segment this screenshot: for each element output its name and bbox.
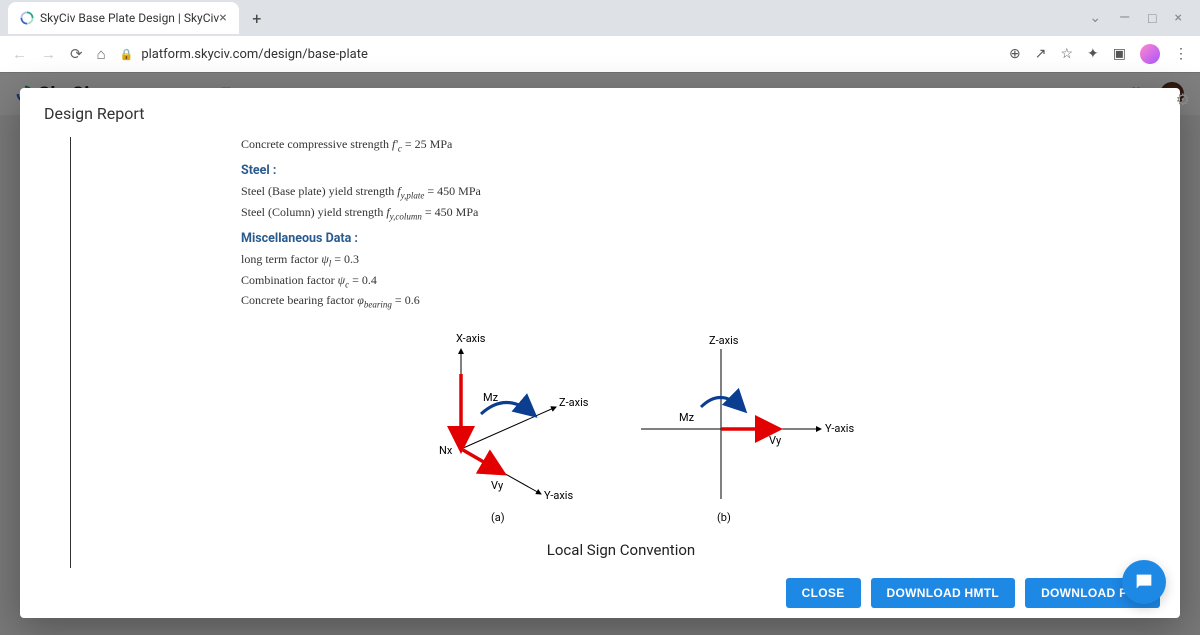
svg-text:(b): (b) xyxy=(717,511,731,524)
svg-text:Y-axis: Y-axis xyxy=(825,422,854,435)
svg-text:Z-axis: Z-axis xyxy=(559,396,589,409)
report-line: Concrete bearing factor φbearing = 0.6 xyxy=(241,293,1001,309)
profile-avatar[interactable] xyxy=(1140,44,1160,64)
svg-text:Nx: Nx xyxy=(439,444,453,457)
svg-text:(a): (a) xyxy=(491,511,505,524)
url-text: platform.skyciv.com/design/base-plate xyxy=(141,47,368,62)
section-heading-steel: Steel : xyxy=(241,163,1001,178)
report-line: long term factor ψl = 0.3 xyxy=(241,252,1001,268)
forward-button[interactable]: → xyxy=(41,45,56,63)
sign-convention-diagram: X-axis Z-axis Y-axis Nx xyxy=(241,329,1001,529)
modal-body[interactable]: Concrete compressive strength f'c = 25 M… xyxy=(20,133,1180,568)
report-line: Steel (Base plate) yield strength fy,pla… xyxy=(241,184,1001,200)
chat-bubble[interactable] xyxy=(1122,560,1166,604)
svg-text:Mz: Mz xyxy=(483,391,499,404)
chevron-down-icon[interactable]: ⌄ xyxy=(1089,10,1101,27)
home-button[interactable]: ⌂ xyxy=(97,45,106,63)
sidepanel-icon[interactable]: ▣ xyxy=(1113,46,1126,62)
svg-text:Vy: Vy xyxy=(769,434,782,447)
back-button[interactable]: ← xyxy=(12,45,27,63)
report-line: Concrete compressive strength f'c = 25 M… xyxy=(241,137,1001,153)
zoom-icon[interactable]: ⊕ xyxy=(1009,46,1021,62)
extensions-icon[interactable]: ✦ xyxy=(1087,46,1099,62)
diagram-caption: Local Sign Convention xyxy=(241,541,1001,559)
browser-tab-bar: SkyCiv Base Plate Design | SkyCiv × + ⌄ … xyxy=(0,0,1200,36)
reload-button[interactable]: ⟳ xyxy=(70,45,83,63)
section-heading-misc: Miscellaneous Data : xyxy=(241,231,1001,246)
report-line: Combination factor ψc = 0.4 xyxy=(241,273,1001,289)
svg-text:Y-axis: Y-axis xyxy=(544,489,573,502)
bookmark-icon[interactable]: ☆ xyxy=(1060,46,1073,62)
tab-title: SkyCiv Base Plate Design | SkyCiv xyxy=(40,11,219,25)
modal-title: Design Report xyxy=(20,88,1180,133)
download-html-button[interactable]: DOWNLOAD HMTL xyxy=(871,578,1016,608)
design-report-modal: Design Report Concrete compressive stren… xyxy=(20,88,1180,618)
address-bar[interactable]: 🔒 platform.skyciv.com/design/base-plate xyxy=(120,47,995,62)
modal-backdrop: ⚙ Design Report Concrete compressive str… xyxy=(0,72,1200,635)
svg-text:Vy: Vy xyxy=(491,479,504,492)
close-window-icon[interactable]: × xyxy=(1175,10,1182,27)
tab-favicon xyxy=(20,11,34,25)
tab-close-icon[interactable]: × xyxy=(219,10,226,26)
share-icon[interactable]: ↗ xyxy=(1035,46,1047,62)
gear-icon[interactable]: ⚙ xyxy=(1176,90,1190,109)
menu-icon[interactable]: ⋮ xyxy=(1174,46,1188,62)
svg-text:Z-axis: Z-axis xyxy=(709,334,739,347)
close-button[interactable]: CLOSE xyxy=(786,578,861,608)
svg-text:Mz: Mz xyxy=(679,411,695,424)
modal-footer: CLOSE DOWNLOAD HMTL DOWNLOAD PDF xyxy=(20,568,1180,618)
new-tab-button[interactable]: + xyxy=(247,9,267,28)
minimize-icon[interactable]: — xyxy=(1119,10,1130,27)
svg-text:X-axis: X-axis xyxy=(456,332,486,345)
report-line: Steel (Column) yield strength fy,column … xyxy=(241,205,1001,221)
browser-tab[interactable]: SkyCiv Base Plate Design | SkyCiv × xyxy=(8,2,239,34)
lock-icon: 🔒 xyxy=(120,48,134,61)
maximize-icon[interactable]: □ xyxy=(1148,10,1156,27)
